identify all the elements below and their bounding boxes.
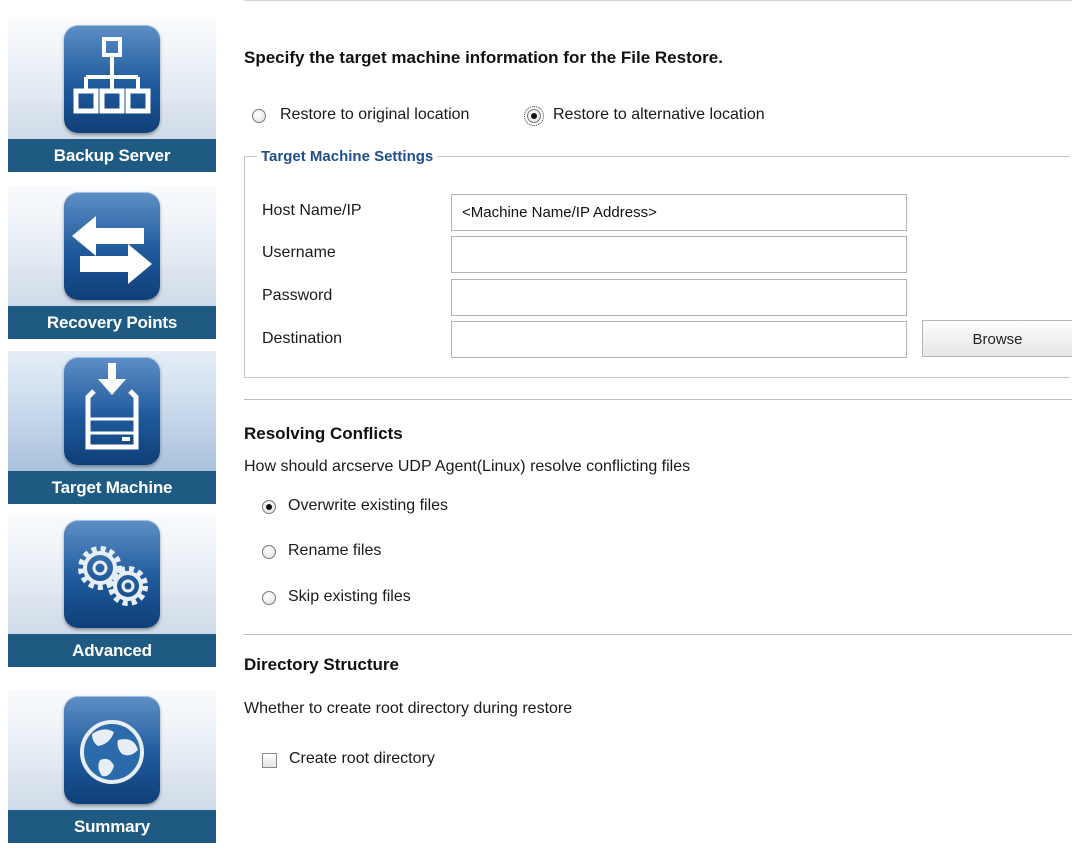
step-label: Recovery Points bbox=[8, 306, 216, 339]
radio-original-location-label[interactable]: Restore to original location bbox=[280, 106, 469, 124]
password-input[interactable] bbox=[451, 279, 907, 316]
directory-structure-title: Directory Structure bbox=[244, 655, 399, 674]
divider bbox=[244, 399, 1072, 400]
radio-rename-label[interactable]: Rename files bbox=[288, 542, 381, 560]
resolving-conflicts-description: How should arcserve UDP Agent(Linux) res… bbox=[244, 458, 691, 475]
step-label: Target Machine bbox=[8, 471, 216, 504]
radio-rename[interactable] bbox=[262, 545, 276, 559]
wizard-sidebar: Backup Server Recovery Points Target Mac… bbox=[0, 0, 244, 854]
radio-overwrite[interactable] bbox=[262, 500, 276, 514]
step-label: Backup Server bbox=[8, 139, 216, 172]
step-label: Summary bbox=[8, 810, 216, 843]
password-label: Password bbox=[262, 287, 333, 304]
resolving-conflicts-title: Resolving Conflicts bbox=[244, 424, 403, 443]
radio-original-location[interactable] bbox=[252, 109, 266, 123]
create-root-directory-checkbox[interactable] bbox=[262, 753, 277, 768]
radio-skip-label[interactable]: Skip existing files bbox=[288, 588, 411, 606]
target-machine-settings-legend: Target Machine Settings bbox=[261, 148, 434, 165]
radio-overwrite-label[interactable]: Overwrite existing files bbox=[288, 497, 448, 515]
host-label: Host Name/IP bbox=[262, 202, 362, 219]
gears-icon bbox=[64, 520, 160, 628]
username-input[interactable] bbox=[451, 236, 907, 273]
main-panel: Specify the target machine information f… bbox=[244, 0, 1072, 854]
drive-download-icon bbox=[64, 357, 160, 465]
radio-alternative-location-label[interactable]: Restore to alternative location bbox=[553, 106, 765, 124]
radio-skip[interactable] bbox=[262, 591, 276, 605]
host-input[interactable] bbox=[451, 194, 907, 231]
browse-button[interactable]: Browse bbox=[922, 320, 1072, 357]
swap-arrows-icon bbox=[64, 192, 160, 300]
create-root-directory-label[interactable]: Create root directory bbox=[289, 750, 435, 768]
destination-label: Destination bbox=[262, 330, 343, 347]
directory-structure-description: Whether to create root directory during … bbox=[244, 700, 573, 717]
divider bbox=[244, 634, 1072, 635]
step-label: Advanced bbox=[8, 634, 216, 667]
network-hierarchy-icon bbox=[64, 25, 160, 133]
destination-input[interactable] bbox=[451, 321, 907, 358]
radio-alternative-location[interactable] bbox=[524, 106, 544, 126]
username-label: Username bbox=[262, 244, 336, 261]
globe-icon bbox=[64, 696, 160, 804]
page-title: Specify the target machine information f… bbox=[244, 48, 723, 67]
